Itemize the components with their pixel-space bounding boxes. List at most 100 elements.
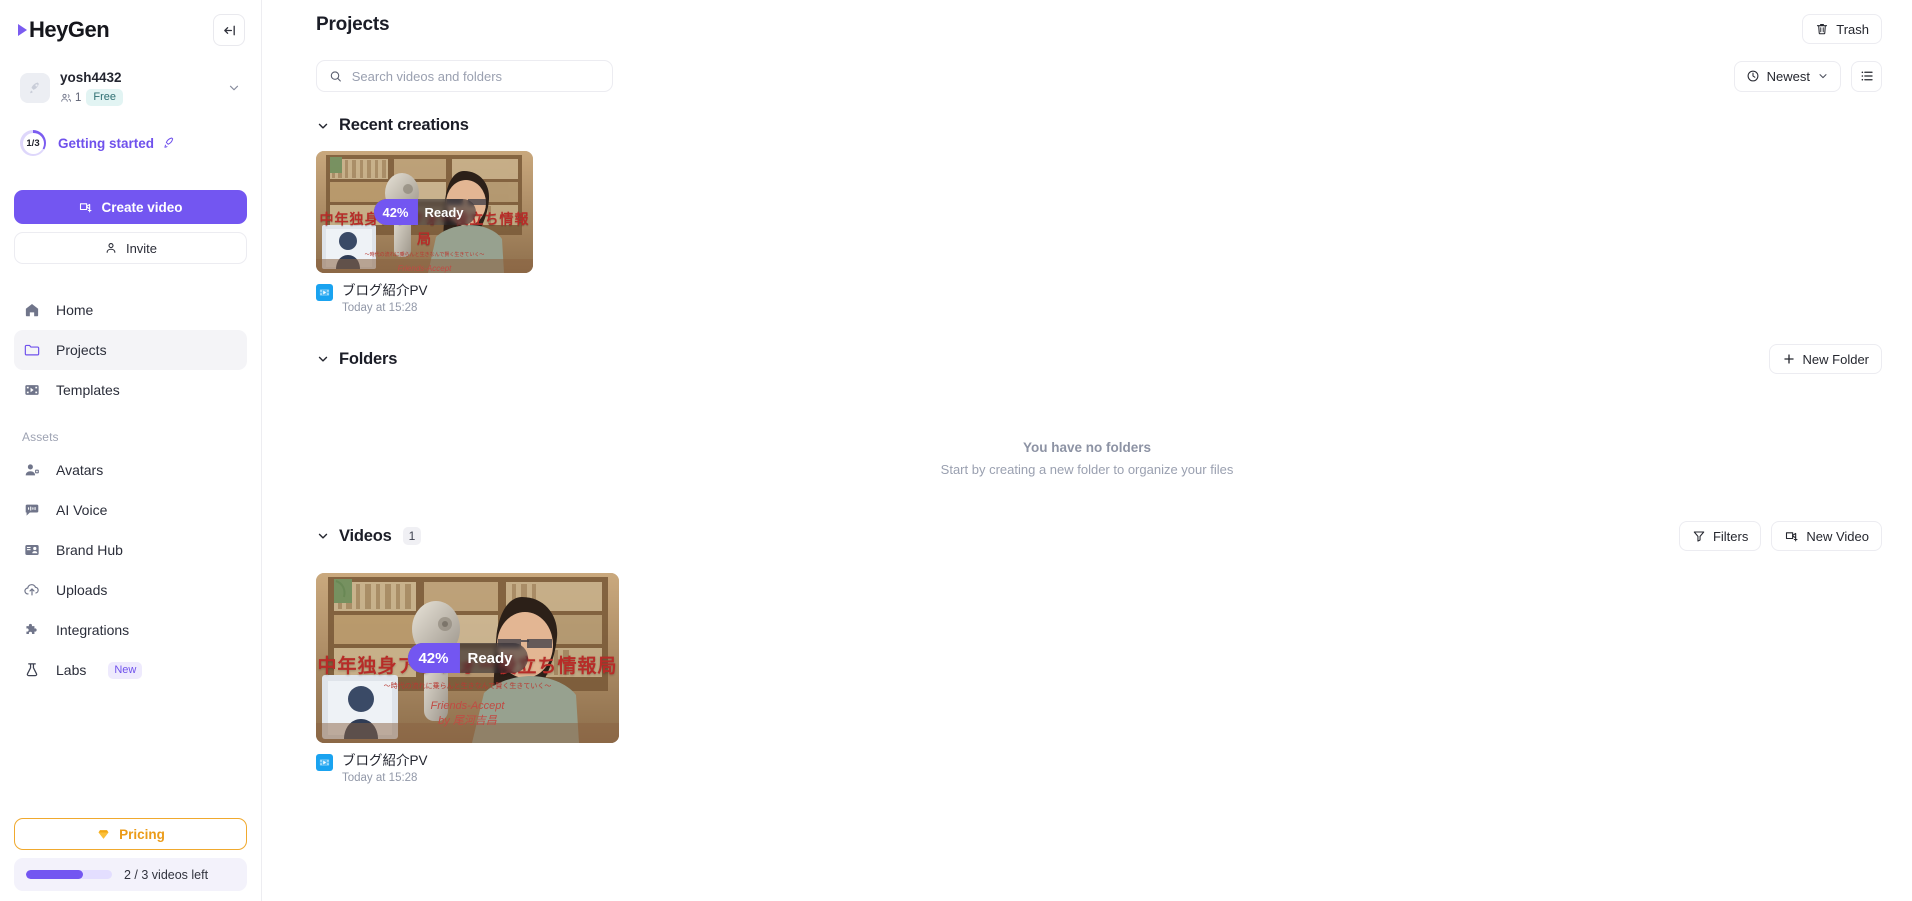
recent-creations-title: Recent creations: [339, 116, 469, 134]
render-progress-percent: 42%: [373, 199, 418, 225]
sidebar-footer: Pricing 2 / 3 videos left: [0, 818, 261, 891]
chevron-down-icon: [318, 533, 328, 539]
videos-actions: Filters New Video: [1678, 521, 1882, 551]
getting-started-label: Getting started: [58, 135, 155, 151]
rocket-icon: [29, 82, 39, 93]
diamond-icon: [98, 829, 109, 839]
puzzle-icon: [22, 620, 42, 640]
videos-header: Videos 1 Filters New Video: [262, 521, 1912, 551]
video-card-text: ブログ紹介PV Today at 15:28: [342, 752, 428, 784]
collapse-left-icon: [223, 25, 235, 35]
account-info: yosh4432 1 Free: [60, 70, 217, 106]
sidebar-item-templates[interactable]: Templates: [14, 370, 247, 410]
chevron-down-icon: [318, 356, 328, 362]
pricing-button[interactable]: Pricing: [14, 818, 247, 850]
home-icon: [22, 300, 42, 320]
quota-progress-track: [26, 870, 112, 879]
new-folder-button[interactable]: New Folder: [1768, 344, 1882, 374]
list-icon: [1861, 71, 1873, 81]
video-card-text: ブログ紹介PV Today at 15:28: [342, 282, 428, 314]
quota-text: 2 / 3 videos left: [124, 867, 209, 882]
clock-icon: [1747, 70, 1759, 82]
account-avatar: [20, 73, 50, 103]
sidebar-item-projects[interactable]: Projects: [14, 330, 247, 370]
getting-started-item[interactable]: 1/3 Getting started: [14, 126, 247, 160]
list-view-toggle[interactable]: [1851, 60, 1882, 92]
filters-label: Filters: [1712, 528, 1749, 544]
render-status-chip: 42% Ready: [407, 643, 528, 673]
sort-dropdown[interactable]: Newest: [1733, 60, 1841, 92]
video-card-meta: ブログ紹介PV Today at 15:28: [316, 752, 619, 784]
videos-title: Videos: [339, 526, 392, 545]
new-video-label: New Video: [1806, 528, 1869, 544]
new-video-button[interactable]: New Video: [1771, 521, 1882, 551]
getting-started-progress-text: 1/3: [26, 137, 40, 149]
projects-toolbar: Newest: [262, 44, 1912, 92]
sidebar-header: HeyGen: [0, 0, 261, 52]
sidebar-item-integrations[interactable]: Integrations: [14, 610, 247, 650]
videos-toggle[interactable]: Videos 1: [316, 526, 422, 546]
video-plus-icon: [1786, 531, 1798, 541]
sidebar-cta-group: Create video Invite: [14, 190, 247, 264]
search-box[interactable]: [316, 60, 613, 92]
sidebar-item-ai-voice[interactable]: AI Voice: [14, 490, 247, 530]
folders-empty-subtitle: Start by creating a new folder to organi…: [940, 462, 1234, 477]
sidebar-item-label: Home: [56, 302, 94, 318]
recent-video-card[interactable]: 中年独身アラフォー役立ち情報局 ～時代の流れに乗らんと生きなんで賢く生きていく～…: [316, 151, 533, 314]
heygen-logo[interactable]: HeyGen: [18, 17, 110, 43]
sidebar-item-avatars[interactable]: Avatars: [14, 450, 247, 490]
folders-header: Folders New Folder: [262, 344, 1912, 374]
filter-icon: [1693, 531, 1705, 542]
voice-icon: [22, 500, 42, 520]
person-icon: [106, 243, 116, 253]
render-status-label: Ready: [467, 649, 513, 667]
folders-toggle[interactable]: Folders: [316, 350, 397, 369]
page-title: Projects: [316, 14, 390, 35]
folder-icon: [22, 340, 42, 360]
filters-button[interactable]: Filters: [1678, 521, 1762, 551]
recent-creations-grid: 中年独身アラフォー役立ち情報局 ～時代の流れに乗らんと生きなんで賢く生きていく～…: [262, 151, 1912, 314]
sidebar-item-labs[interactable]: Labs New: [14, 650, 247, 690]
flask-icon: [22, 660, 42, 680]
labs-new-badge: New: [108, 661, 143, 679]
collapse-sidebar-button[interactable]: [213, 14, 245, 46]
getting-started-progress-ring: 1/3: [20, 130, 46, 156]
sidebar-item-brand-hub[interactable]: Brand Hub: [14, 530, 247, 570]
toolbar-actions: Newest: [1733, 60, 1882, 92]
folders-actions: New Folder: [1768, 344, 1882, 374]
rocket-launch-icon: [164, 137, 174, 148]
sidebar-item-label: Integrations: [56, 622, 130, 638]
video-quota: 2 / 3 videos left: [14, 858, 247, 891]
account-switcher[interactable]: yosh4432 1 Free: [14, 64, 247, 112]
folders-title: Folders: [339, 349, 398, 368]
invite-button[interactable]: Invite: [14, 232, 247, 264]
video-thumbnail[interactable]: 中年独身アラフォー役立ち情報局 ～時代の流れに乗らんと生きなんで賢く生きていく～…: [316, 151, 533, 273]
chevron-down-icon: [318, 123, 328, 129]
search-input[interactable]: [351, 68, 600, 84]
video-file-icon: [316, 754, 333, 771]
create-video-button[interactable]: Create video: [14, 190, 247, 224]
video-card-date: Today at 15:28: [342, 772, 418, 784]
video-file-icon: [316, 284, 333, 301]
page-header: Projects Trash: [262, 0, 1912, 44]
video-card-title: ブログ紹介PV: [342, 753, 428, 768]
sidebar-item-uploads[interactable]: Uploads: [14, 570, 247, 610]
video-plus-icon: [80, 202, 93, 212]
account-members: 1: [60, 92, 81, 104]
video-thumbnail[interactable]: 中年独身アラフォー役立ち情報局 ～時代の流れに乗らんと生きなんで賢く生きていく～…: [316, 573, 619, 743]
sidebar-item-home[interactable]: Home: [14, 290, 247, 330]
sidebar-item-label: Uploads: [56, 582, 108, 598]
people-icon: [61, 93, 71, 102]
trash-button[interactable]: Trash: [1802, 14, 1882, 44]
members-count: 1: [75, 91, 82, 104]
sidebar: HeyGen yosh4432 1 Free 1/3 Getting start…: [0, 0, 262, 901]
recent-creations-toggle[interactable]: Recent creations: [316, 116, 469, 135]
videos-count-badge: 1: [402, 527, 422, 545]
video-card[interactable]: 中年独身アラフォー役立ち情報局 ～時代の流れに乗らんと生きなんで賢く生きていく～…: [316, 573, 619, 784]
recent-creations-header: Recent creations: [262, 116, 1912, 135]
chevron-down-icon: [229, 85, 239, 91]
sidebar-item-label: Labs: [56, 662, 87, 678]
video-card-meta: ブログ紹介PV Today at 15:28: [316, 282, 533, 314]
template-icon: [22, 380, 42, 400]
app-root: HeyGen yosh4432 1 Free 1/3 Getting start…: [0, 0, 1912, 901]
